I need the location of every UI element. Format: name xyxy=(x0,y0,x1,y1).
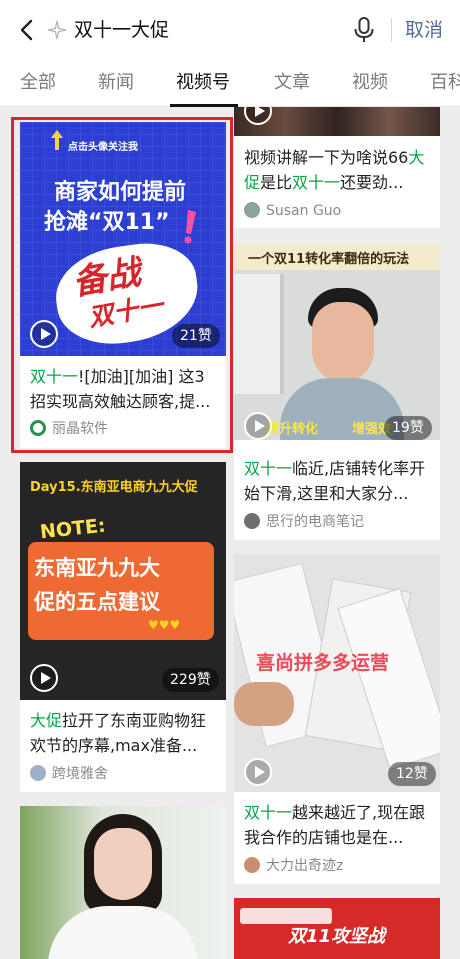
back-arrow-icon[interactable] xyxy=(14,16,42,44)
search-results-screen: { "search": {"query": "双十一大促", "cancel_l… xyxy=(0,0,460,959)
video-card[interactable]: 双11攻坚战 xyxy=(234,898,440,959)
author[interactable]: 大力出奇迹z xyxy=(244,856,343,876)
video-card[interactable]: 视频讲解一下为啥说66大促是比双十一还要劲... Susan Guo xyxy=(234,107,440,228)
play-icon[interactable] xyxy=(244,412,272,440)
likes-badge: 12赞 xyxy=(388,762,436,786)
tab-baike[interactable]: 百科 xyxy=(430,70,460,96)
cancel-button[interactable]: 取消 xyxy=(405,16,443,44)
tab-articles[interactable]: 文章 xyxy=(274,70,310,96)
video-thumbnail: 双11攻坚战 xyxy=(234,898,440,959)
video-card[interactable]: 喜尚拼多多运营 12赞 双十一越来越近了,现在跟我合作的店铺也是在... 大力出… xyxy=(234,554,440,884)
category-tabs: 全部 新闻 视频号 文章 视频 百科 xyxy=(0,60,460,107)
microphone-icon[interactable] xyxy=(352,15,376,45)
divider xyxy=(391,18,392,42)
overlay-caption: 提升转化 xyxy=(266,422,319,437)
overlay-heading: 一个双11转化率翻倍的玩法 xyxy=(248,252,410,267)
window-shape xyxy=(234,274,284,394)
tab-news[interactable]: 新闻 xyxy=(98,70,134,96)
author[interactable]: 思行的电商笔记 xyxy=(244,512,364,532)
tab-channels[interactable]: 视频号 xyxy=(176,70,230,96)
video-title: 双十一临近,店铺转化率开始下滑,这里和大家分... xyxy=(244,459,426,503)
tab-videos[interactable]: 视频 xyxy=(352,70,388,96)
author[interactable]: 跨境雅舍 xyxy=(30,764,108,784)
video-title: 双十一越来越近了,现在跟我合作的店铺也是在... xyxy=(244,803,426,847)
tab-all[interactable]: 全部 xyxy=(20,70,56,96)
overlay-heading: 喜尚拼多多运营 xyxy=(256,652,390,674)
video-thumbnail: Day15.东南亚电商九九大促 NOTE: 东南亚九九大 促的五点建议 ♥♥♥ … xyxy=(20,462,226,700)
video-title: 大促拉开了东南亚购物狂欢节的序幕,max准备... xyxy=(30,711,207,755)
search-input[interactable]: 双十一大促 xyxy=(74,16,169,44)
overlay-heading: 促的五点建议 xyxy=(34,590,160,614)
author-avatar xyxy=(244,513,260,529)
video-thumbnail: 喜尚拼多多运营 12赞 xyxy=(234,554,440,792)
person-face xyxy=(94,828,152,900)
author-avatar xyxy=(30,765,46,781)
author[interactable]: Susan Guo xyxy=(244,201,341,221)
video-card[interactable]: 一个双11转化率翻倍的玩法 提升转化 增强效 19赞 双十一临近,店铺转化率开始… xyxy=(234,244,440,540)
video-title: 视频讲解一下为啥说66大促是比双十一还要劲... xyxy=(244,148,425,192)
likes-badge: 229赞 xyxy=(162,668,219,692)
heart-decoration: ♥♥♥ xyxy=(148,618,181,632)
selection-highlight xyxy=(11,117,233,453)
person-body xyxy=(48,906,198,959)
author-avatar xyxy=(244,202,260,218)
video-thumbnail: 一个双11转化率翻倍的玩法 提升转化 增强效 19赞 xyxy=(234,244,440,440)
video-thumbnail xyxy=(20,806,226,959)
play-icon[interactable] xyxy=(244,758,272,786)
overlay-heading: 东南亚九九大 xyxy=(34,556,160,580)
person-face xyxy=(312,302,374,382)
overlay-heading: 双11攻坚战 xyxy=(288,926,386,947)
play-icon[interactable] xyxy=(244,107,272,125)
search-bar: 双十一大促 取消 xyxy=(0,0,460,60)
video-thumbnail xyxy=(234,107,440,136)
sparkle-icon xyxy=(47,20,67,40)
video-card[interactable] xyxy=(20,806,226,959)
author-avatar xyxy=(244,857,260,873)
hand-shape xyxy=(234,682,294,726)
active-tab-indicator xyxy=(170,104,238,107)
overlay-heading: Day15.东南亚电商九九大促 xyxy=(30,480,198,495)
likes-badge: 19赞 xyxy=(384,416,432,440)
overlay-note: NOTE: xyxy=(39,514,107,544)
video-card[interactable]: Day15.东南亚电商九九大促 NOTE: 东南亚九九大 促的五点建议 ♥♥♥ … xyxy=(20,462,226,792)
play-icon[interactable] xyxy=(30,664,58,692)
